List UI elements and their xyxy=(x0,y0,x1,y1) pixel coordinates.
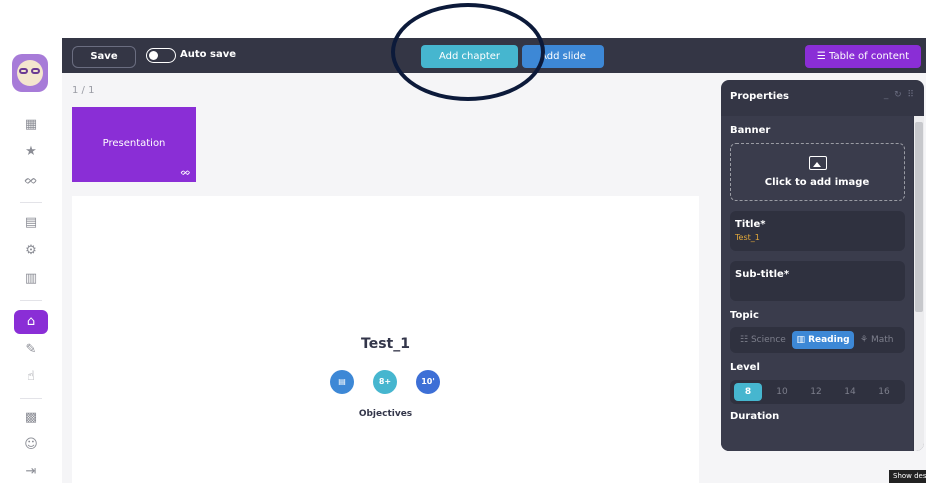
duration-label: Duration xyxy=(730,411,780,422)
app-root: ▦ ★ ᨖ ▤ ⚙ ▥ ⌂ ✎ ☝ ▩ ☺ ⇥ Save Auto save A… xyxy=(0,0,926,483)
upload-text: Click to add image xyxy=(764,177,870,188)
sidebar-divider xyxy=(20,300,42,301)
title-field[interactable]: Title* Test_1 xyxy=(730,211,905,251)
annotation-circle xyxy=(391,3,545,101)
tooltip: Show des xyxy=(889,470,926,483)
objectives-label: Objectives xyxy=(358,409,413,419)
topic-selector: ☷ Science ▥ Reading ⚘ Math xyxy=(730,327,905,353)
topic-chip: ▤ xyxy=(330,370,354,394)
topic-science[interactable]: ☷ Science xyxy=(740,331,786,349)
grid-icon[interactable]: ▦ xyxy=(22,116,40,134)
page-counter: 1 / 1 xyxy=(72,85,95,96)
refresh-icon[interactable]: ↻ xyxy=(894,90,902,100)
topic-reading[interactable]: ▥ Reading xyxy=(792,331,854,349)
logo-glass-right xyxy=(31,68,40,74)
logout-icon[interactable]: ⇥ xyxy=(22,463,40,481)
hand-icon[interactable]: ☝ xyxy=(22,368,40,386)
sidebar-divider xyxy=(20,202,42,203)
banner-upload[interactable]: Click to add image xyxy=(730,143,905,201)
panel-controls: _ ↻ ⠿ xyxy=(884,90,914,100)
subtitle-field-label: Sub-title* xyxy=(735,269,790,280)
logo-glass-left xyxy=(19,68,28,74)
level-option[interactable]: 8 xyxy=(734,383,762,401)
topic-label: Topic xyxy=(730,310,759,321)
title-field-value[interactable]: Test_1 xyxy=(735,233,760,242)
sidebar-divider xyxy=(20,398,42,399)
topic-reading-label: Reading xyxy=(808,335,850,345)
level-selector: 8 10 12 14 16 xyxy=(730,380,905,404)
app-logo[interactable] xyxy=(12,54,48,92)
toggle-knob xyxy=(149,50,158,60)
slide-title: Test_1 xyxy=(361,336,410,352)
topic-math-label: Math xyxy=(870,335,894,345)
save-button[interactable]: Save xyxy=(72,46,136,68)
star-icon[interactable]: ★ xyxy=(22,143,40,161)
logo-face xyxy=(17,60,43,86)
title-field-label: Title* xyxy=(735,219,766,230)
thumbnail-label: Presentation xyxy=(102,138,166,149)
level-option[interactable]: 12 xyxy=(802,383,830,401)
scrollbar-thumb[interactable] xyxy=(915,122,923,312)
slide-thumbnail[interactable]: Presentation ᨖ xyxy=(72,107,196,182)
properties-title: Properties xyxy=(730,91,789,102)
level-option[interactable]: 14 xyxy=(836,383,864,401)
drag-handle-icon[interactable]: ⠿ xyxy=(907,90,914,100)
age-chip: 8+ xyxy=(373,370,397,394)
topic-math[interactable]: ⚘ Math xyxy=(860,331,893,349)
binoculars-icon[interactable]: ᨖ xyxy=(180,167,191,178)
left-sidebar: ▦ ★ ᨖ ▤ ⚙ ▥ ⌂ ✎ ☝ ▩ ☺ ⇥ xyxy=(0,38,62,483)
settings-icon[interactable]: ⚙ xyxy=(22,242,40,260)
binoculars-icon[interactable]: ᨖ xyxy=(22,172,40,190)
edit-icon[interactable]: ✎ xyxy=(22,341,40,359)
minimize-icon[interactable]: _ xyxy=(884,90,889,100)
subtitle-field[interactable]: Sub-title* xyxy=(730,261,905,301)
level-label: Level xyxy=(730,362,760,373)
book-icon[interactable]: ▥ xyxy=(22,270,40,288)
properties-panel: Properties _ ↻ ⠿ Banner Click to add ima… xyxy=(721,80,924,451)
users-settings-icon[interactable]: ☺ xyxy=(22,436,40,454)
autosave-toggle[interactable] xyxy=(146,48,176,63)
flag-icon[interactable]: ▩ xyxy=(22,409,40,427)
table-of-content-button[interactable]: ☰ Table of content xyxy=(805,45,921,68)
image-icon xyxy=(809,156,827,170)
graduation-cap-icon[interactable]: ⌂ xyxy=(14,310,48,334)
banner-label: Banner xyxy=(730,125,771,136)
topic-science-label: Science xyxy=(750,335,786,345)
level-option[interactable]: 16 xyxy=(870,383,898,401)
slide-canvas[interactable]: Test_1 ▤ 8+ 10' Objectives xyxy=(72,196,699,483)
autosave-label: Auto save xyxy=(180,49,236,60)
document-icon[interactable]: ▤ xyxy=(22,214,40,232)
duration-chip: 10' xyxy=(416,370,440,394)
level-option[interactable]: 10 xyxy=(768,383,796,401)
